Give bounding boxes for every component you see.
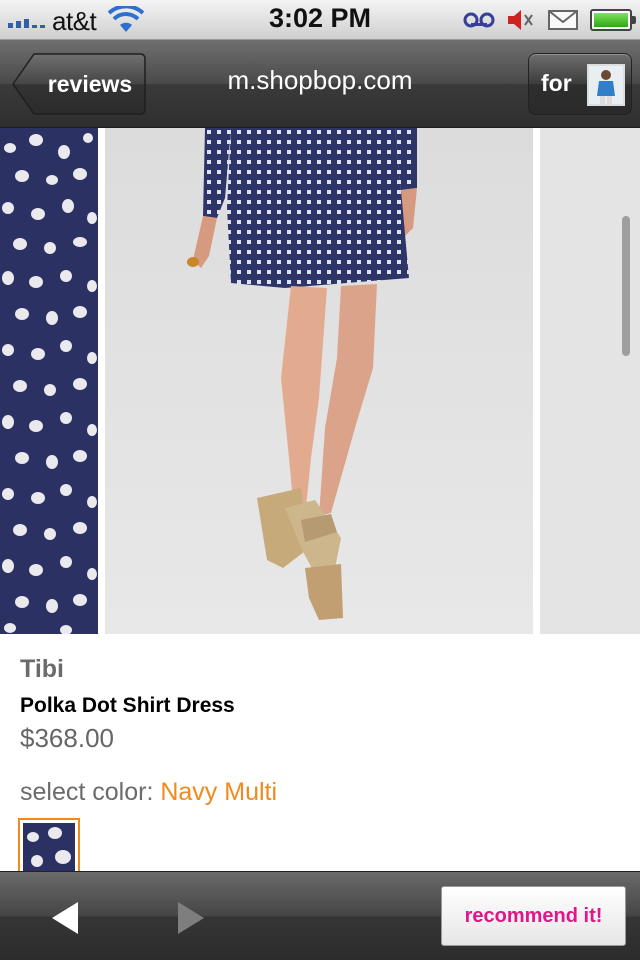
bottom-toolbar: recommend it! bbox=[0, 871, 640, 960]
friend-avatar bbox=[587, 64, 625, 106]
mail-icon bbox=[548, 10, 578, 30]
product-image-previous[interactable] bbox=[0, 128, 98, 634]
reviews-back-button[interactable]: reviews bbox=[12, 53, 146, 115]
forward-arrow-icon[interactable] bbox=[172, 898, 212, 938]
product-image-main[interactable] bbox=[105, 128, 533, 634]
product-name: Polka Dot Shirt Dress bbox=[20, 694, 235, 717]
product-image-carousel[interactable] bbox=[0, 128, 640, 634]
for-label: for bbox=[541, 70, 572, 96]
for-button[interactable]: for bbox=[528, 53, 632, 115]
navigation-bar: reviews m.shopbop.com for bbox=[0, 40, 640, 128]
battery-icon bbox=[590, 9, 636, 31]
recommend-button[interactable]: recommend it! bbox=[441, 886, 626, 946]
voicemail-icon bbox=[463, 12, 495, 28]
page-title: m.shopbop.com bbox=[227, 65, 413, 95]
mute-speaker-icon bbox=[508, 10, 533, 30]
color-selector: select color: Navy Multi bbox=[20, 778, 277, 807]
status-bar: at&t 3:02 PM bbox=[0, 0, 640, 40]
color-label: select color: bbox=[20, 778, 154, 806]
clock: 3:02 PM bbox=[268, 3, 372, 33]
product-price: $368.00 bbox=[20, 723, 114, 753]
product-image-next[interactable] bbox=[540, 128, 640, 634]
color-value: Navy Multi bbox=[160, 778, 278, 806]
vertical-scroll-indicator bbox=[622, 216, 630, 356]
product-brand[interactable]: Tibi bbox=[20, 655, 64, 684]
reviews-label: reviews bbox=[47, 70, 133, 97]
back-arrow-icon[interactable] bbox=[44, 898, 84, 938]
